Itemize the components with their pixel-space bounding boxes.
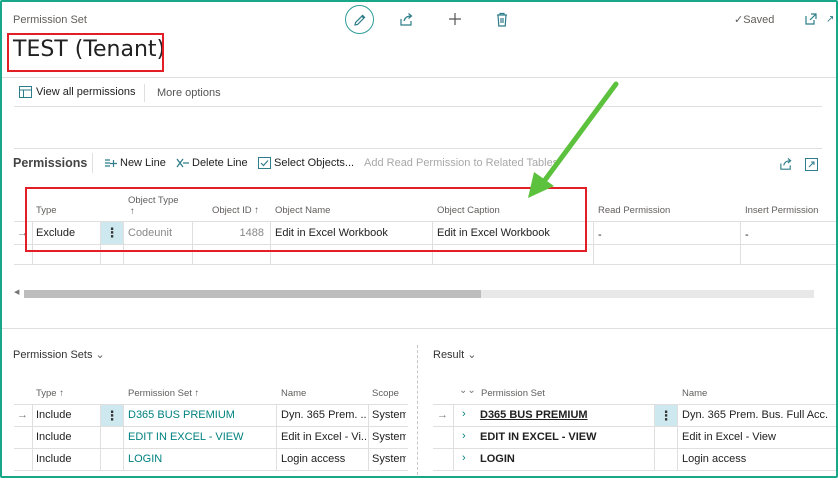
expand-icon [804, 157, 818, 171]
ps-col-line [32, 405, 33, 471]
share-icon [780, 157, 792, 170]
open-new-window-button[interactable] [802, 10, 820, 28]
delete-button[interactable] [493, 10, 511, 28]
ps-type-cell[interactable]: Include [36, 448, 71, 470]
pencil-icon [353, 14, 365, 26]
expand-grid-button[interactable] [802, 155, 820, 173]
result-name-cell[interactable]: Login access [682, 448, 834, 470]
plus-icon [449, 13, 461, 25]
ps-col-header-scope[interactable]: Scope [372, 388, 399, 399]
scroll-left-icon[interactable]: ◀ [14, 288, 19, 296]
share-icon [399, 12, 412, 26]
ps-type-cell[interactable]: Include [36, 426, 71, 448]
result-row-line [433, 470, 836, 471]
ps-set-link[interactable]: LOGIN [128, 448, 162, 470]
result-name-cell[interactable]: Dyn. 365 Prem. Bus. Full Acc. [682, 404, 834, 426]
table-view-icon [19, 86, 32, 98]
chevron-right-icon[interactable]: › [462, 430, 466, 442]
action-separator [144, 84, 145, 102]
ps-row-actions-button[interactable]: ⋮ [101, 405, 123, 427]
ps-row-line [14, 470, 408, 471]
select-objects-icon [258, 157, 271, 169]
saved-status: ✓Saved [734, 14, 775, 26]
edit-button[interactable] [345, 5, 374, 34]
ps-scope-cell[interactable]: System [372, 426, 406, 448]
result-col-line [453, 405, 454, 471]
result-col-header-name[interactable]: Name [682, 388, 707, 399]
result-name-cell[interactable]: Edit in Excel - View [682, 426, 834, 448]
perm-insert-cell[interactable]: - [745, 224, 749, 246]
col-header-read-permission[interactable]: Read Permission [598, 205, 670, 216]
ps-scope-cell[interactable]: System [372, 448, 406, 470]
ps-col-header-name[interactable]: Name [281, 388, 306, 399]
row-highlight-box [25, 187, 587, 252]
permissions-separator [92, 153, 93, 173]
pane-splitter[interactable] [417, 345, 418, 475]
row-selected-arrow-icon: → [437, 409, 448, 421]
result-set-cell[interactable]: EDIT IN EXCEL - VIEW [480, 426, 597, 448]
actions-divider [14, 106, 822, 107]
delete-line-icon [176, 158, 189, 168]
check-icon: ✓ [734, 14, 744, 26]
chevron-right-icon[interactable]: › [462, 452, 466, 464]
ps-name-cell[interactable]: Login access [281, 448, 366, 470]
grid-row-line [14, 264, 836, 265]
title-highlight-box [7, 33, 164, 72]
view-all-permissions-action[interactable]: View all permissions [19, 86, 135, 98]
open-in-new-icon [805, 13, 817, 25]
permissions-title: Permissions [13, 156, 88, 170]
ps-set-link[interactable]: D365 BUS PREMIUM [128, 404, 235, 426]
scrollbar-thumb[interactable] [24, 290, 481, 298]
ps-name-cell[interactable]: Edit in Excel - Vi... [281, 426, 366, 448]
result-row-actions-button[interactable]: ⋮ [655, 405, 677, 427]
permission-sets-title[interactable]: Permission Sets ⌄ [13, 348, 105, 361]
ps-scope-cell[interactable]: System [372, 404, 406, 426]
ps-col-line [123, 405, 124, 471]
result-col-header-set[interactable]: Permission Set [481, 388, 545, 399]
row-selected-arrow-icon: → [17, 409, 28, 421]
header-divider [2, 77, 836, 78]
page-type-label: Permission Set [13, 14, 87, 26]
ps-col-header-set[interactable]: Permission Set ↑ [128, 388, 199, 399]
grid-col-line [740, 222, 741, 264]
result-set-cell[interactable]: LOGIN [480, 448, 515, 470]
new-button[interactable] [446, 10, 464, 28]
permissions-top-divider [14, 148, 822, 149]
new-line-icon [105, 159, 117, 167]
ps-name-cell[interactable]: Dyn. 365 Prem. ... [281, 404, 366, 426]
ps-col-line [368, 405, 369, 471]
ps-col-header-type[interactable]: Type ↑ [36, 388, 64, 399]
annotation-arrow [528, 81, 619, 198]
col-header-insert-permission[interactable]: Insert Permission [745, 205, 818, 216]
result-col-line [677, 405, 678, 471]
collapse-icon[interactable]: ↗ [826, 14, 834, 25]
chevron-right-icon[interactable]: › [462, 408, 466, 420]
new-line-action[interactable]: New Line [104, 157, 166, 169]
select-objects-action[interactable]: Select Objects... [258, 157, 354, 169]
chevron-down-icon: ⌄ [92, 349, 105, 361]
trash-icon [497, 12, 507, 27]
grid-col-line [593, 222, 594, 264]
delete-line-action[interactable]: Delete Line [176, 157, 248, 169]
ps-type-cell[interactable]: Include [36, 404, 71, 426]
result-title[interactable]: Result ⌄ [433, 348, 476, 361]
chevron-down-icon: ⌄ [464, 349, 477, 361]
result-set-cell[interactable]: D365 BUS PREMIUM [480, 404, 588, 426]
ps-set-link[interactable]: EDIT IN EXCEL - VIEW [128, 426, 244, 448]
perm-read-cell[interactable]: - [598, 224, 602, 246]
share-button[interactable] [397, 10, 415, 28]
ps-col-line [276, 405, 277, 471]
section-divider [2, 328, 836, 329]
more-options-action[interactable]: More options [157, 87, 221, 99]
expand-all-icon[interactable]: ⌄⌄ [459, 385, 476, 396]
share-grid-button[interactable] [777, 155, 795, 173]
